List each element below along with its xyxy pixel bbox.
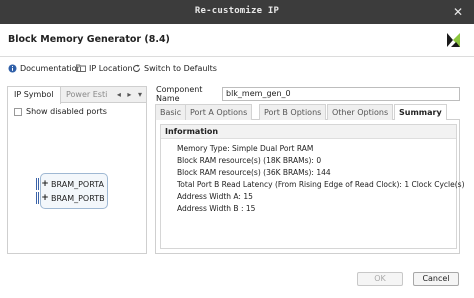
vivado-logo-icon — [447, 33, 460, 47]
switch-defaults-button[interactable]: Switch to Defaults — [131, 61, 217, 75]
info-address-width-b: Address Width B : 15 — [177, 204, 256, 213]
bus-interface-icon — [36, 178, 39, 190]
toolbar: Documentation IP Location Switch to Defa… — [0, 56, 474, 78]
left-tab-bar: IP Symbol Power Esti ◂ ▸ ▾ — [8, 87, 146, 104]
show-disabled-ports-checkbox[interactable] — [14, 107, 22, 116]
folder-icon — [76, 63, 86, 73]
close-icon[interactable]: ✕ — [450, 4, 466, 20]
component-name-input[interactable]: blk_mem_gen_0 — [222, 87, 460, 101]
ip-symbol-panel: IP Symbol Power Esti ◂ ▸ ▾ Show disabled… — [7, 86, 147, 254]
show-disabled-ports-label: Show disabled ports — [26, 107, 107, 116]
summary-content: Information Memory Type: Simple Dual Por… — [155, 120, 465, 254]
component-name-row: Component Name blk_mem_gen_0 — [156, 85, 460, 103]
ip-location-button[interactable]: IP Location — [76, 61, 133, 75]
documentation-button[interactable]: Documentation — [7, 61, 82, 75]
tab-ip-symbol[interactable]: IP Symbol — [8, 87, 61, 104]
tab-port-b-options[interactable]: Port B Options — [259, 104, 327, 120]
switch-defaults-label: Switch to Defaults — [144, 63, 217, 73]
info-bram-18k: Block RAM resource(s) (18K BRAMs): 0 — [177, 156, 322, 165]
port-porta-label: BRAM_PORTA — [51, 179, 104, 189]
tab-power-estimation[interactable]: Power Esti — [66, 87, 107, 103]
component-name-label: Component Name — [156, 85, 203, 103]
info-address-width-a: Address Width A: 15 — [177, 192, 253, 201]
refresh-icon — [131, 63, 141, 73]
tab-basic[interactable]: Basic — [155, 104, 187, 120]
window-titlebar: Re-customize IP ✕ — [0, 0, 474, 24]
tab-summary[interactable]: Summary — [394, 104, 447, 121]
port-porta[interactable]: + BRAM_PORTA — [36, 178, 104, 190]
expand-icon[interactable]: + — [41, 179, 49, 189]
info-bram-36k: Block RAM resource(s) (36K BRAMs): 144 — [177, 168, 331, 177]
information-group: Information Memory Type: Simple Dual Por… — [160, 124, 465, 249]
cancel-button[interactable]: Cancel — [413, 272, 459, 286]
info-memory-type: Memory Type: Simple Dual Port RAM — [177, 144, 314, 153]
ip-location-label: IP Location — [89, 63, 133, 73]
tab-other-options[interactable]: Other Options — [327, 104, 394, 120]
config-panel: Basic Port A Options Port B Options Othe… — [155, 104, 465, 254]
bus-interface-icon — [36, 192, 39, 204]
expand-icon[interactable]: + — [41, 193, 49, 203]
port-portb-label: BRAM_PORTB — [51, 193, 105, 203]
info-read-latency: Total Port B Read Latency (From Rising E… — [177, 180, 465, 189]
dialog-header: Block Memory Generator (8.4) — [0, 24, 474, 56]
ip-title: Block Memory Generator (8.4) — [8, 34, 170, 45]
config-tab-bar: Basic Port A Options Port B Options Othe… — [155, 104, 460, 121]
window-title: Re-customize IP — [194, 6, 280, 16]
show-disabled-ports-row[interactable]: Show disabled ports — [14, 107, 107, 116]
tab-scroll-arrows[interactable]: ◂ ▸ ▾ — [117, 87, 144, 103]
port-portb[interactable]: + BRAM_PORTB — [36, 192, 105, 204]
documentation-label: Documentation — [20, 63, 82, 73]
information-heading: Information — [161, 125, 456, 139]
tab-port-a-options[interactable]: Port A Options — [185, 104, 253, 120]
info-icon — [7, 63, 17, 73]
ok-button[interactable]: OK — [357, 272, 403, 286]
ip-symbol-block: + BRAM_PORTA + BRAM_PORTB — [36, 173, 108, 209]
